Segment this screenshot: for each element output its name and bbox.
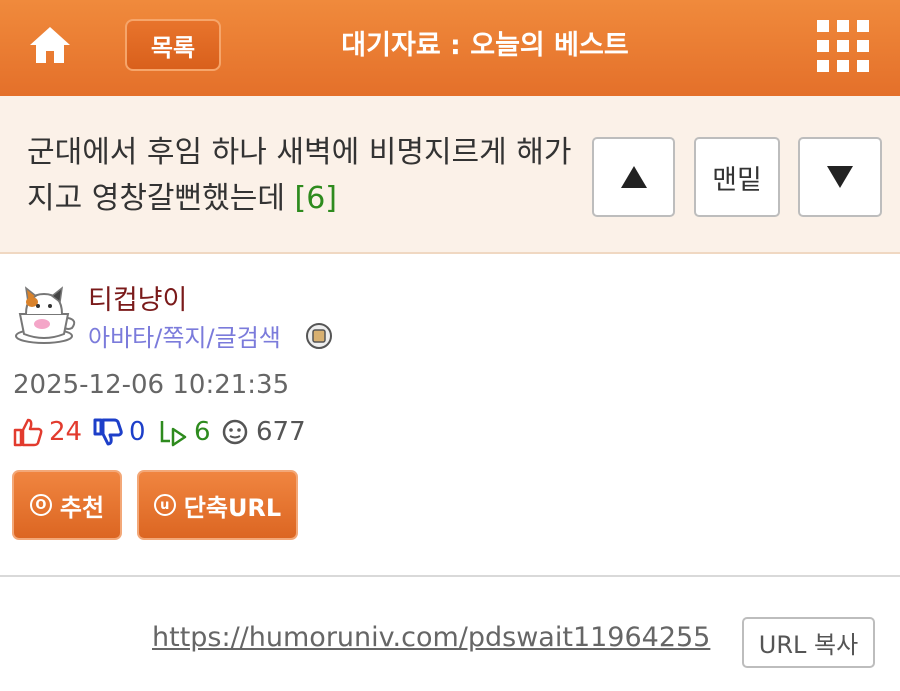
message-link[interactable]: 쪽지 bbox=[162, 324, 206, 352]
avatar[interactable] bbox=[12, 280, 78, 346]
smiley-icon bbox=[222, 419, 248, 445]
circle-icon: O bbox=[29, 494, 52, 516]
scroll-bottom-button[interactable]: 맨밑 bbox=[694, 137, 780, 217]
post-url-link[interactable]: https://humoruniv.com/pdswait11964255 bbox=[152, 622, 710, 653]
recommend-label: 추천 bbox=[59, 493, 105, 522]
downvote-stat: 0 bbox=[93, 414, 146, 450]
reply-count: 6 bbox=[194, 417, 211, 447]
upvote-count: 24 bbox=[49, 417, 83, 447]
short-url-label: 단축URL bbox=[183, 493, 282, 522]
thumbs-down-icon bbox=[93, 418, 123, 446]
post-title: 군대에서 후임 하나 새벽에 비명지르게 해가지고 영창갈뻔했는데 [6] bbox=[27, 130, 577, 222]
thumbs-up-icon bbox=[13, 418, 43, 447]
author-links: 아바타/쪽지/글검색 bbox=[88, 318, 281, 353]
post-header: 군대에서 후임 하나 새벽에 비명지르게 해가지고 영창갈뻔했는데 [6] 맨밑 bbox=[0, 96, 900, 254]
comment-count[interactable]: [6] bbox=[294, 181, 337, 216]
text-color-link[interactable]: 글검색 bbox=[215, 324, 281, 352]
scroll-up-button[interactable] bbox=[592, 137, 675, 217]
reply-arrow-icon bbox=[160, 421, 187, 447]
upvote-stat: 24 bbox=[13, 414, 82, 450]
view-count: 677 bbox=[256, 417, 306, 447]
divider bbox=[0, 575, 900, 577]
triangle-down-icon bbox=[827, 166, 853, 188]
scroll-down-button[interactable] bbox=[798, 137, 882, 217]
triangle-up-icon bbox=[620, 166, 647, 188]
post-date: 2025-12-06 10:21:35 bbox=[13, 370, 290, 400]
u-circle-icon: u bbox=[153, 494, 176, 516]
page-title: 대기자료 : 오늘의 베스트 bbox=[341, 30, 629, 61]
top-bar: 목록 대기자료 : 오늘의 베스트 bbox=[0, 0, 900, 96]
downvote-count: 0 bbox=[129, 417, 146, 447]
home-icon[interactable] bbox=[28, 24, 72, 66]
short-url-button[interactable]: u 단축URL bbox=[137, 470, 298, 540]
recommend-button[interactable]: O 추천 bbox=[12, 470, 122, 540]
view-stat: 677 bbox=[220, 414, 306, 450]
separator: / bbox=[206, 324, 215, 352]
bread-badge-icon bbox=[305, 322, 333, 350]
avatar-link[interactable]: 아바타 bbox=[88, 324, 154, 352]
grid-menu-icon[interactable] bbox=[817, 20, 869, 72]
url-copy-button[interactable]: URL 복사 bbox=[742, 617, 875, 668]
author-name[interactable]: 티컵냥이 bbox=[88, 278, 187, 317]
reply-stat: 6 bbox=[158, 414, 211, 450]
list-button[interactable]: 목록 bbox=[125, 19, 221, 71]
